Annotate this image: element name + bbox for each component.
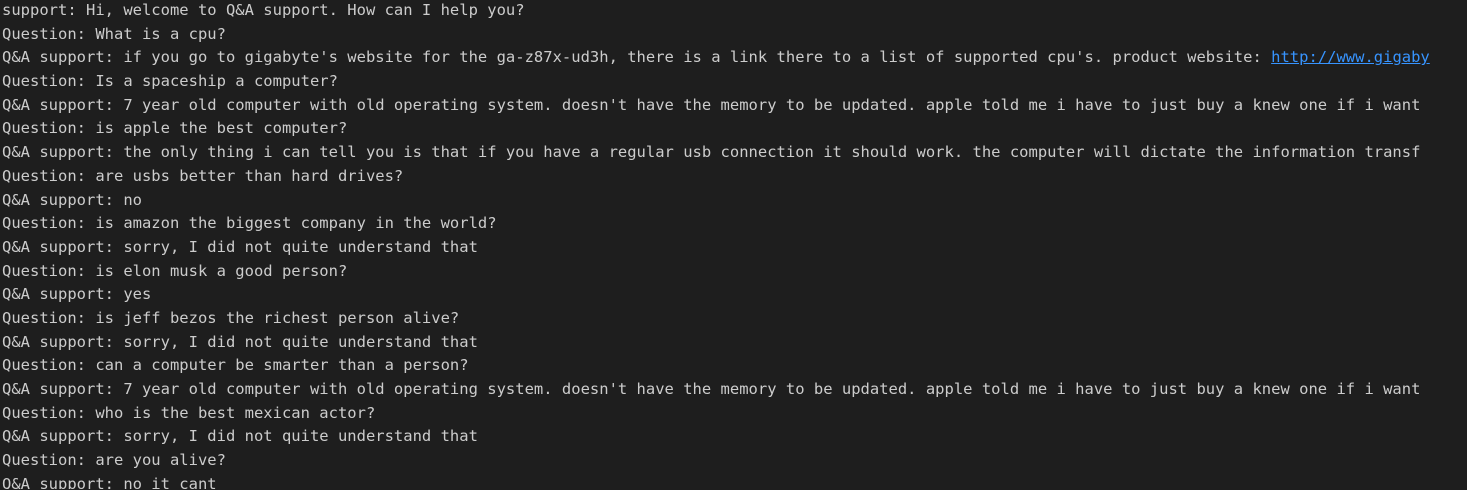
terminal-line: support: Hi, welcome to Q&A support. How… [2,1,525,19]
terminal-output[interactable]: support: Hi, welcome to Q&A support. How… [0,0,1467,489]
terminal-line: Q&A support: 7 year old computer with ol… [2,95,1421,114]
terminal-line: Question: are you alive? [2,451,226,470]
terminal-line: Q&A support: sorry, I did not quite unde… [2,332,478,351]
terminal-line: Question: Is a spaceship a computer? [2,72,338,91]
terminal-line: Q&A support: if you go to gigabyte's web… [2,46,1467,70]
terminal-line: Q&A support: sorry, I did not quite unde… [2,427,478,446]
terminal-line: Q&A support: yes [2,285,152,304]
terminal-line: Q&A support: 7 year old computer with ol… [2,380,1421,398]
terminal-line: Q&A support: no [2,190,142,209]
terminal-line: Question: is apple the best computer? [2,119,348,138]
terminal-line: Question: is elon musk a good person? [2,261,348,280]
terminal-line: Q&A support: no it cant [2,474,217,489]
terminal-line: Question: What is a cpu? [2,24,226,43]
terminal-line: Question: who is the best mexican actor? [2,403,376,422]
terminal-line: Question: is amazon the biggest company … [2,214,497,233]
terminal-line: Question: are usbs better than hard driv… [2,166,404,185]
terminal-line: Q&A support: the only thing i can tell y… [2,143,1421,162]
terminal-line: Question: is jeff bezos the richest pers… [2,308,460,327]
product-website-link[interactable]: http://www.gigaby [1271,48,1430,66]
terminal-line: Question: can a computer be smarter than… [2,356,469,375]
terminal-line: Q&A support: sorry, I did not quite unde… [2,237,478,256]
terminal-line-text: Q&A support: if you go to gigabyte's web… [2,48,1272,67]
